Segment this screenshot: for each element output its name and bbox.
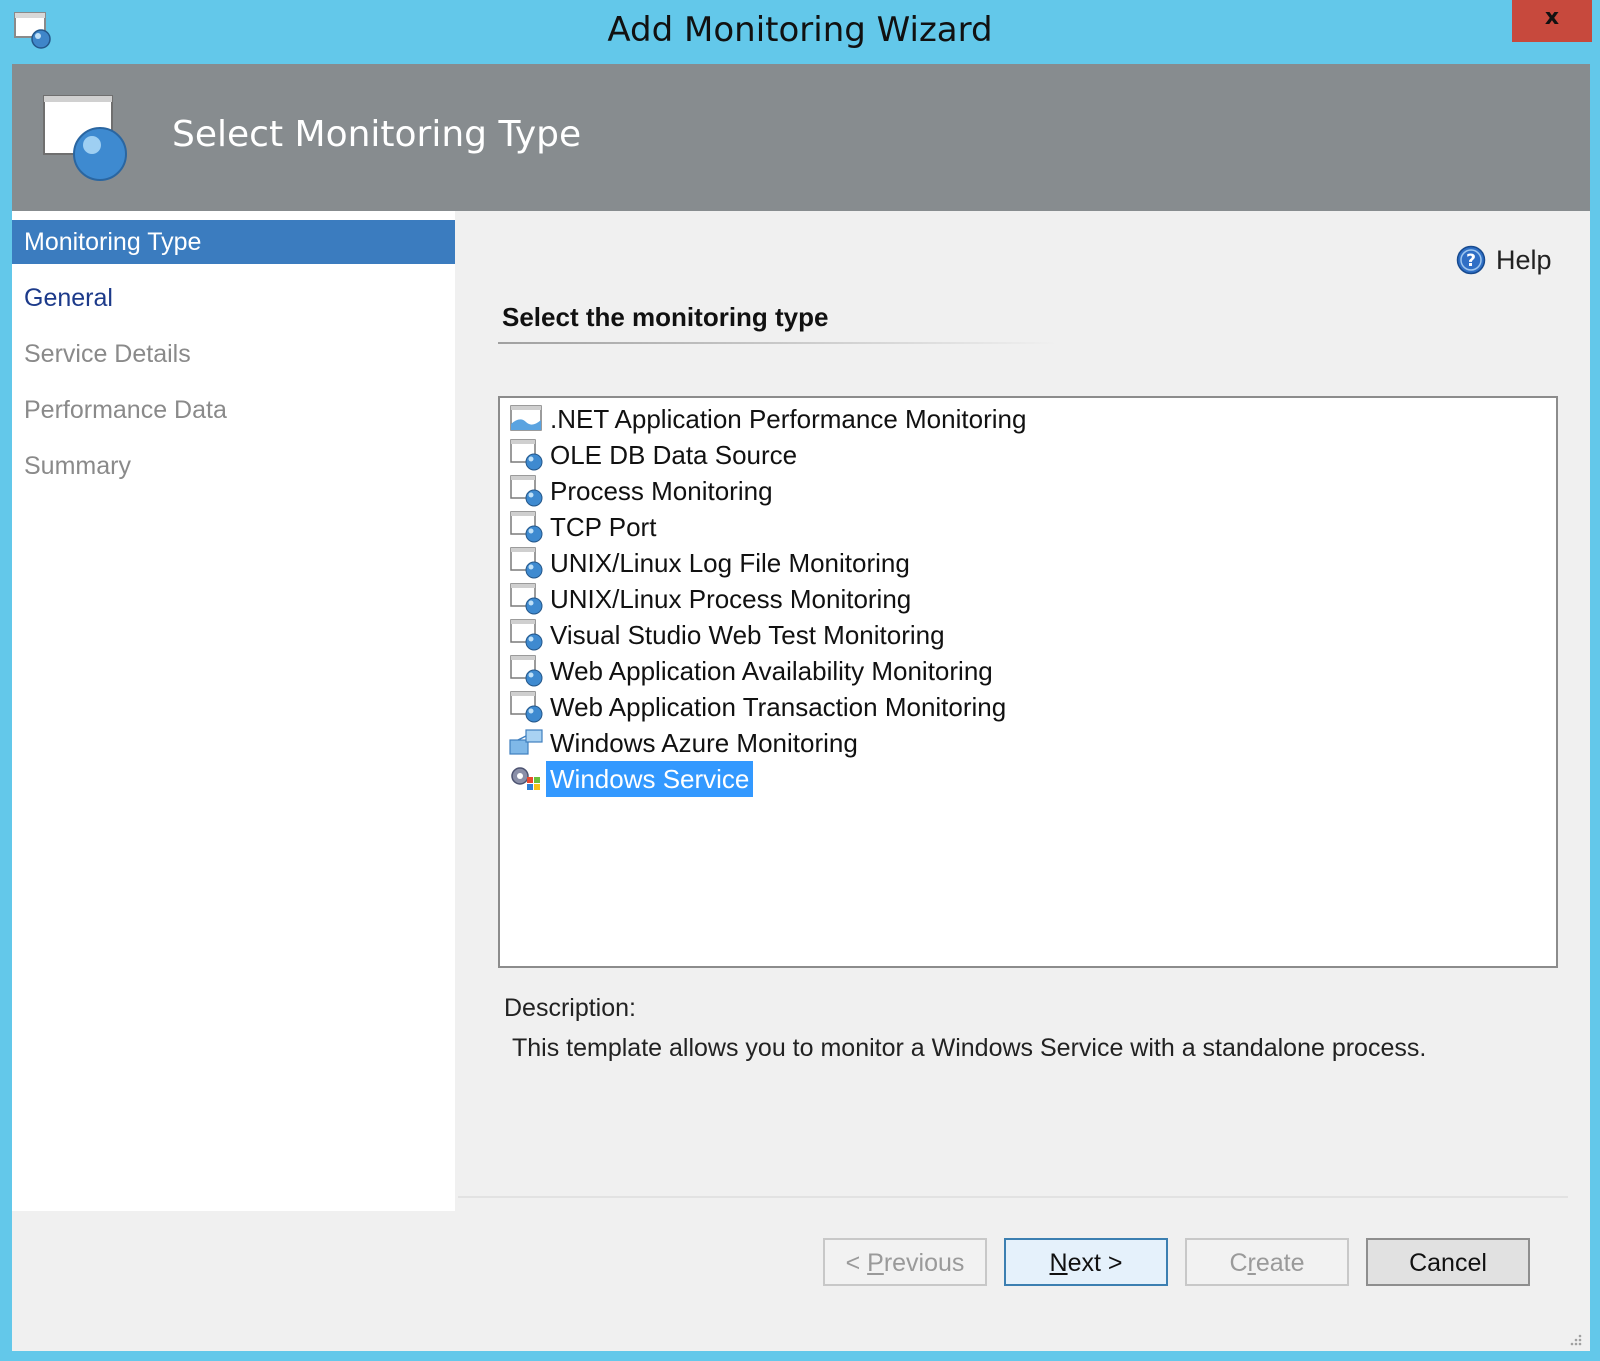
help-label: Help (1496, 244, 1552, 275)
list-item-label: UNIX/Linux Process Monitoring (550, 584, 912, 614)
list-item-label: Windows Service (546, 761, 754, 797)
nav-step-general[interactable]: General (12, 276, 455, 320)
list-item-label: Process Monitoring (550, 476, 773, 506)
section-title: Select the monitoring type (502, 302, 829, 332)
list-item-ole-db[interactable]: OLE DB Data Source (508, 438, 801, 472)
window-title: Add Monitoring Wizard (607, 10, 993, 50)
list-item-label: .NET Application Performance Monitoring (550, 404, 1027, 434)
create-prefix: C (1229, 1249, 1248, 1277)
page-title: Select Monitoring Type (172, 114, 582, 155)
description-text: This template allows you to monitor a Wi… (512, 1034, 1427, 1062)
list-item-unix-log-file[interactable]: UNIX/Linux Log File Monitoring (508, 546, 914, 580)
svg-text:?: ? (1466, 251, 1476, 271)
close-button[interactable]: x (1512, 0, 1592, 42)
nav-step-service-details: Service Details (24, 340, 191, 368)
create-accelerator: r (1247, 1249, 1256, 1277)
list-item-label: Windows Azure Monitoring (550, 728, 858, 758)
previous-button[interactable]: < Previous (823, 1238, 987, 1286)
list-item-web-transaction[interactable]: Web Application Transaction Monitoring (508, 690, 1010, 724)
dotnet-apm-icon (510, 405, 542, 431)
list-item-label: Web Application Transaction Monitoring (550, 692, 1007, 722)
template-icon (510, 547, 543, 579)
cancel-button[interactable]: Cancel (1366, 1238, 1530, 1286)
help-link[interactable]: ? Help (1456, 242, 1552, 278)
nav-step-performance-data: Performance Data (24, 396, 227, 424)
next-rest: ext > (1067, 1249, 1123, 1277)
monitoring-template-icon (43, 95, 127, 181)
list-item-windows-azure[interactable]: Windows Azure Monitoring (508, 726, 862, 760)
next-button[interactable]: Next > (1004, 1238, 1168, 1286)
list-item-vs-web-test[interactable]: Visual Studio Web Test Monitoring (508, 618, 949, 652)
list-item-dotnet-apm[interactable]: .NET Application Performance Monitoring (508, 402, 1030, 436)
list-item-label: Visual Studio Web Test Monitoring (550, 620, 945, 650)
nav-step-monitoring-type[interactable]: Monitoring Type (12, 220, 455, 264)
title-bar: Add Monitoring Wizard x (0, 0, 1600, 64)
next-accelerator: N (1049, 1249, 1068, 1277)
create-rest: eate (1255, 1249, 1305, 1277)
list-item-label: Web Application Availability Monitoring (550, 656, 993, 686)
template-icon (510, 583, 543, 615)
wizard-steps-nav: Monitoring Type General Service Details … (12, 211, 455, 1211)
template-icon (510, 691, 543, 723)
template-icon (510, 475, 543, 507)
help-icon: ? (1456, 245, 1486, 275)
description-label: Description: (504, 994, 636, 1022)
list-item-process-monitoring[interactable]: Process Monitoring (508, 474, 777, 508)
footer-divider (458, 1196, 1568, 1198)
previous-prefix: < (845, 1249, 868, 1277)
template-icon (510, 511, 543, 543)
list-item-label: TCP Port (550, 512, 657, 542)
template-icon (510, 439, 543, 471)
previous-accelerator: P (867, 1249, 884, 1277)
wizard-window: Select Monitoring Type Monitoring Type G… (12, 64, 1590, 1351)
list-item-label: UNIX/Linux Log File Monitoring (550, 548, 910, 578)
section-divider (498, 342, 1058, 344)
wizard-header: Select Monitoring Type (12, 64, 1590, 211)
list-item-tcp-port[interactable]: TCP Port (508, 510, 660, 544)
windows-service-icon (511, 767, 540, 790)
list-item-web-availability[interactable]: Web Application Availability Monitoring (508, 654, 997, 688)
list-item-label: OLE DB Data Source (550, 440, 798, 470)
create-button[interactable]: Create (1185, 1238, 1349, 1286)
azure-icon (509, 729, 543, 755)
resize-grip-icon[interactable] (1564, 1332, 1584, 1348)
list-item-unix-process[interactable]: UNIX/Linux Process Monitoring (508, 582, 915, 616)
previous-rest: revious (883, 1249, 965, 1277)
template-icon (510, 619, 543, 651)
monitoring-type-list[interactable]: .NET Application Performance Monitoring … (498, 396, 1558, 968)
list-item-windows-service[interactable]: Windows Service (508, 761, 754, 797)
nav-step-summary: Summary (24, 452, 131, 480)
template-icon (510, 655, 543, 687)
